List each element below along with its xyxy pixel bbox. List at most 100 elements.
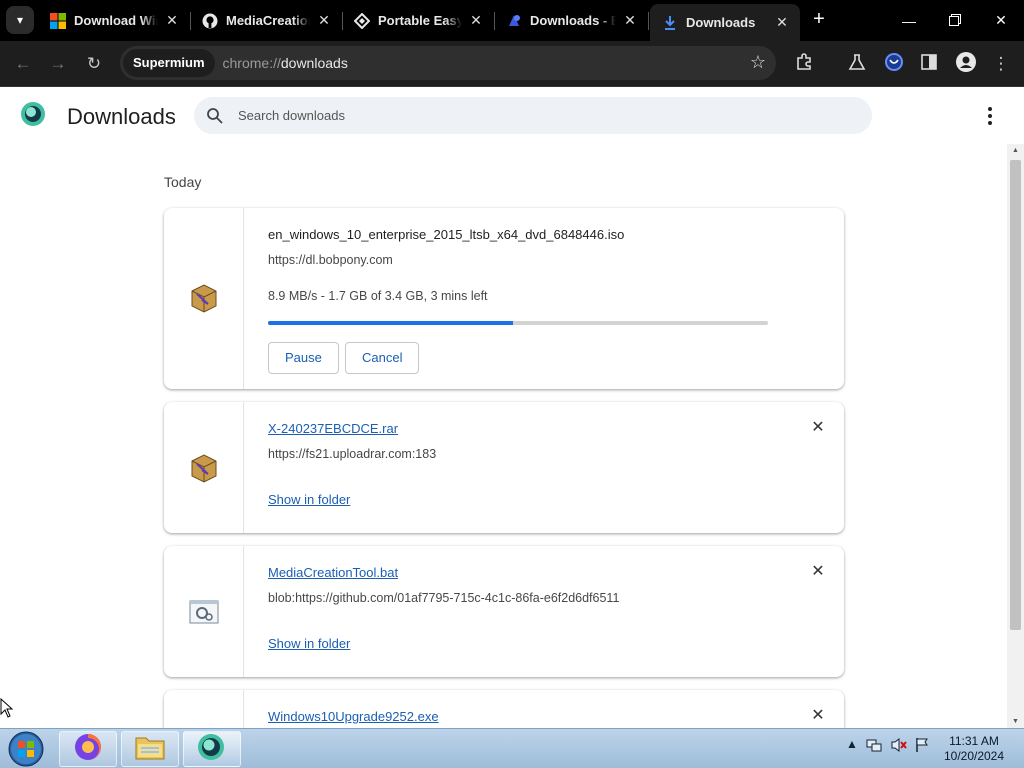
tab-mediacreationtool[interactable]: MediaCreationTool ✕ — [190, 4, 343, 37]
tab-title: Portable EasyBCD — [378, 13, 462, 28]
tab-search-button[interactable]: ▾ — [6, 6, 34, 34]
file-name-link[interactable]: X-240237EBCDCE.rar — [268, 421, 398, 436]
url-host: downloads — [280, 55, 348, 71]
new-tab-button[interactable]: + — [808, 8, 830, 30]
taskbar-clock[interactable]: 11:31 AM 10/20/2024 — [936, 734, 1012, 764]
forward-button[interactable]: → — [43, 49, 73, 79]
clock-time: 11:31 AM — [949, 734, 999, 748]
scroll-down-icon[interactable]: ▼ — [1011, 718, 1020, 725]
minimize-icon: — — [902, 12, 916, 29]
download-progress-bar — [268, 321, 768, 325]
downloads-menu-button[interactable] — [978, 104, 1002, 128]
archive-file-icon — [188, 452, 220, 484]
taskbar-file-explorer[interactable] — [121, 731, 179, 767]
close-tab-icon[interactable]: ✕ — [774, 14, 790, 31]
remove-from-list-icon[interactable]: ✕ — [810, 420, 826, 436]
page-scrollbar[interactable]: ▲ ▼ — [1007, 144, 1024, 728]
show-hidden-icons-icon[interactable]: ▲ — [846, 737, 858, 751]
file-source-url: blob:https://github.com/01af7795-715c-4c… — [268, 591, 620, 605]
download-item: X-240237EBCDCE.rar https://fs21.uploadra… — [164, 402, 844, 533]
file-name: en_windows_10_enterprise_2015_ltsb_x64_d… — [268, 227, 625, 242]
back-button[interactable]: ← — [8, 49, 38, 79]
extension-pinned-button[interactable] — [879, 49, 909, 79]
address-bar[interactable]: Supermium chrome://downloads ☆ — [120, 46, 776, 80]
search-icon — [206, 107, 224, 125]
url-scheme: chrome:// — [222, 55, 281, 71]
puzzle-icon — [795, 52, 813, 76]
download-arrow-icon — [662, 15, 678, 31]
reload-button[interactable]: ↻ — [79, 49, 109, 79]
arrow-left-icon: ← — [14, 54, 32, 73]
minimize-button[interactable]: — — [886, 0, 932, 41]
reload-icon: ↻ — [86, 54, 102, 73]
archive-file-icon — [188, 282, 220, 314]
volume-muted-icon[interactable] — [890, 737, 908, 756]
profile-avatar-icon — [955, 51, 977, 78]
pause-button[interactable]: Pause — [268, 342, 339, 374]
close-tab-icon[interactable]: ✕ — [622, 12, 638, 29]
progress-fill — [268, 321, 513, 325]
network-icon[interactable] — [866, 737, 882, 756]
windows-taskbar: ▲ 11:31 AM 10/20/2024 — [0, 728, 1024, 768]
extensions-button[interactable] — [789, 49, 819, 79]
restore-button[interactable] — [932, 0, 978, 41]
file-name-link[interactable]: MediaCreationTool.bat — [268, 565, 398, 580]
batch-file-icon — [188, 596, 220, 628]
download-item: Windows10Upgrade9252.exe ✕ — [164, 690, 844, 728]
labs-button[interactable] — [842, 49, 872, 79]
browser-chip[interactable]: Supermium — [123, 49, 215, 77]
download-status: 8.9 MB/s - 1.7 GB of 3.4 GB, 3 mins left — [268, 289, 488, 303]
bookmark-star-icon[interactable]: ☆ — [750, 52, 766, 73]
taskbar-supermium[interactable] — [183, 731, 241, 767]
browser-toolbar: ← → ↻ Supermium chrome://downloads ☆ ⋮ — [0, 41, 1024, 87]
close-window-button[interactable]: ✕ — [978, 0, 1024, 41]
start-button[interactable] — [6, 730, 46, 768]
tab-strip: ▾ Download Windows 10 ✕ MediaCreationToo… — [0, 0, 1024, 41]
github-icon — [202, 13, 218, 29]
tab-downloads[interactable]: Downloads ✕ — [650, 4, 800, 41]
show-in-folder-link[interactable]: Show in folder — [268, 636, 350, 651]
close-tab-icon[interactable]: ✕ — [316, 12, 332, 29]
menu-dot — [988, 114, 992, 118]
profile-button[interactable] — [951, 49, 981, 79]
menu-dot — [988, 107, 992, 111]
kebab-menu-icon: ⋮ — [992, 54, 1010, 73]
file-source-url: https://fs21.uploadrar.com:183 — [268, 447, 437, 461]
file-icon-column — [164, 402, 244, 533]
file-icon-column — [164, 208, 244, 389]
tab-title: Downloads - BobPony — [530, 13, 616, 28]
close-tab-icon[interactable]: ✕ — [468, 12, 484, 29]
tab-title: Download Windows 10 — [74, 13, 158, 28]
url-text[interactable]: chrome://downloads — [223, 55, 348, 71]
tab-download-windows[interactable]: Download Windows 10 ✕ — [38, 4, 191, 37]
search-input[interactable] — [238, 108, 838, 123]
extension-circle-icon — [884, 52, 904, 77]
folder-icon — [134, 733, 166, 766]
taskbar-firefox[interactable] — [59, 731, 117, 767]
search-box[interactable] — [194, 97, 872, 134]
action-center-flag-icon[interactable] — [914, 737, 930, 756]
close-tab-icon[interactable]: ✕ — [164, 12, 180, 29]
cancel-button[interactable]: Cancel — [345, 342, 420, 374]
file-name-link[interactable]: Windows10Upgrade9252.exe — [268, 709, 439, 724]
browser-menu-button[interactable]: ⋮ — [986, 49, 1016, 79]
plus-icon: + — [813, 8, 825, 30]
restore-icon — [949, 13, 961, 29]
scroll-up-icon[interactable]: ▲ — [1011, 147, 1020, 154]
supermium-logo-icon — [20, 101, 46, 127]
scrollbar-thumb[interactable] — [1010, 160, 1021, 630]
page-title: Downloads — [67, 104, 176, 129]
tab-portable-easybcd[interactable]: Portable EasyBCD ✕ — [342, 4, 495, 37]
downloads-header: Downloads — [0, 88, 1024, 144]
show-in-folder-link[interactable]: Show in folder — [268, 492, 350, 507]
side-panel-button[interactable] — [914, 49, 944, 79]
remove-from-list-icon[interactable]: ✕ — [810, 708, 826, 724]
firefox-icon — [73, 732, 103, 767]
tab-title: MediaCreationTool — [226, 13, 310, 28]
tab-downloads-bobpony[interactable]: Downloads - BobPony ✕ — [494, 4, 649, 37]
download-item: en_windows_10_enterprise_2015_ltsb_x64_d… — [164, 208, 844, 389]
download-item: MediaCreationTool.bat blob:https://githu… — [164, 546, 844, 677]
remove-from-list-icon[interactable]: ✕ — [810, 564, 826, 580]
menu-dot — [988, 121, 992, 125]
supermium-icon — [196, 732, 228, 767]
